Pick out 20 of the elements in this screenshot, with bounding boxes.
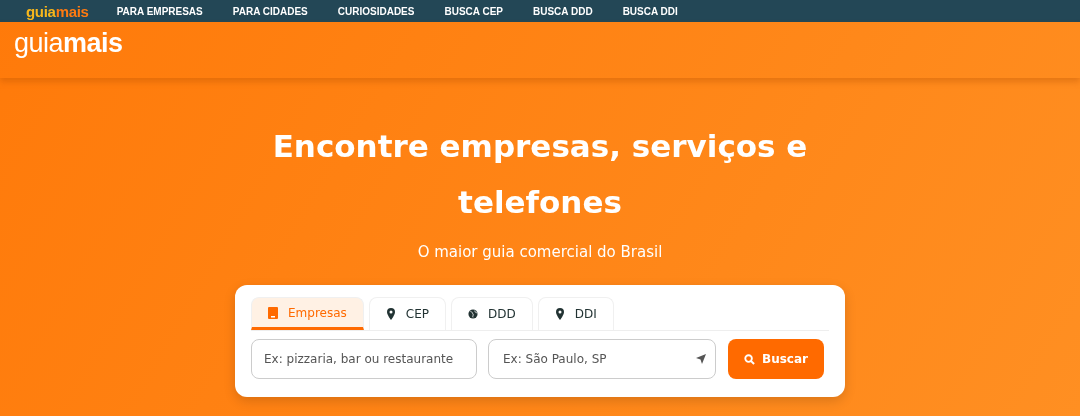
nav-link[interactable]: BUSCA CEP — [444, 5, 503, 17]
globe-icon — [468, 308, 478, 320]
nav-link[interactable]: BUSCA DDD — [533, 5, 593, 17]
search-field[interactable]: Ex: pizzaria, bar ou restaurante — [251, 339, 477, 379]
pin-icon — [554, 308, 565, 320]
building-icon — [268, 306, 278, 319]
nav-link[interactable]: BUSCA DDI — [622, 5, 678, 17]
search-tab[interactable]: DDD — [451, 297, 533, 330]
nav-link[interactable]: PARA EMPRESAS — [116, 5, 203, 17]
hero-title: Encontre empresas, serviços e telefones — [271, 127, 809, 222]
logo[interactable]: guiamais — [26, 2, 89, 20]
hero-subtitle: O maior guia comercial do Brasil — [417, 243, 663, 261]
search-tab[interactable]: DDI — [537, 297, 614, 330]
nav-link[interactable]: CURIOSIDADES — [337, 5, 415, 17]
search-tab[interactable]: CEP — [368, 297, 446, 330]
search-icon — [744, 353, 755, 365]
pin-icon — [385, 308, 396, 320]
location-field[interactable]: Ex: São Paulo, SP — [488, 339, 716, 379]
location-arrow-icon[interactable] — [696, 354, 706, 364]
nav-link[interactable]: PARA CIDADES — [232, 5, 308, 17]
